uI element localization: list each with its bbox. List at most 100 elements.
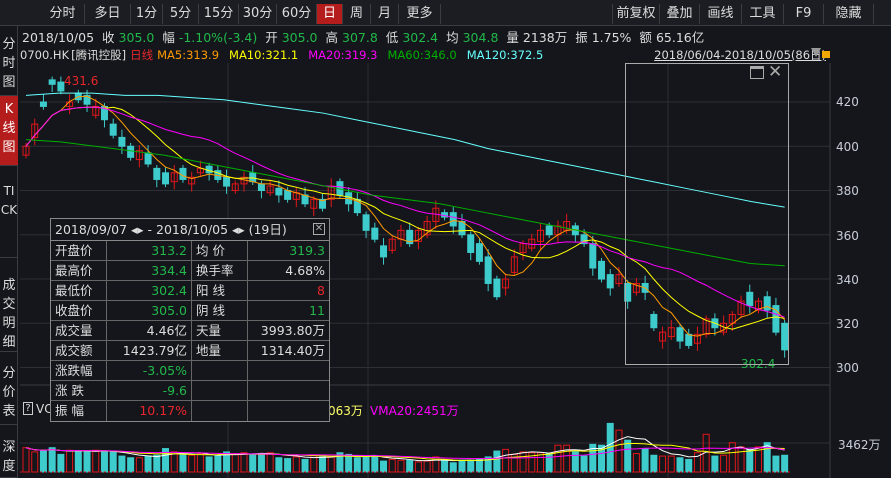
stats-value: 4.46亿	[107, 321, 192, 340]
volume-bar	[39, 450, 47, 473]
volume-bar	[249, 453, 257, 473]
y-tick: 340	[836, 273, 859, 287]
candle-body	[598, 260, 606, 280]
volume-bar	[83, 450, 91, 473]
stats-label	[192, 401, 248, 421]
candle-body	[449, 212, 457, 227]
volume-bar	[74, 450, 82, 473]
stats-value: 302.4	[107, 281, 192, 300]
stats-value: 8	[317, 283, 325, 298]
volume-bar	[781, 454, 789, 473]
volume-bar	[118, 455, 126, 473]
stats-label: 阴 线	[192, 301, 248, 320]
volume-bar	[519, 451, 527, 473]
maximize-icon[interactable]	[750, 66, 764, 79]
stats-row: 涨 跌 -9.6	[51, 381, 329, 401]
y-tick: 380	[836, 184, 859, 198]
candle-body	[57, 81, 65, 92]
y-tick: 300	[836, 361, 859, 375]
stats-label: 最高价	[51, 261, 107, 280]
stats-label: 涨 跌	[51, 381, 107, 400]
stats-label: 成交额	[51, 341, 107, 360]
vma-partial-label: 063万	[328, 404, 363, 418]
candle-body	[162, 172, 170, 185]
volume-bar	[449, 462, 457, 473]
volume-bar	[737, 446, 745, 473]
volume-bar	[763, 442, 771, 473]
candle-body	[545, 225, 553, 236]
volume-bar	[48, 447, 56, 473]
stats-label	[192, 361, 248, 380]
volume-bar	[57, 453, 65, 473]
stats-row: 收盘价 305.0 阴 线 11	[51, 301, 329, 321]
volume-bar	[292, 456, 300, 473]
stats-row: 涨跌幅 -3.05%	[51, 361, 329, 381]
volume-bar	[641, 448, 649, 473]
volume-bar	[31, 451, 39, 473]
volume-bar	[153, 454, 161, 473]
volume-bar	[275, 457, 283, 473]
stats-value: -3.05%	[107, 361, 192, 380]
volume-bar	[720, 454, 728, 473]
candle-body	[275, 187, 283, 196]
stats-value	[248, 401, 329, 421]
stats-value	[248, 381, 329, 400]
stats-row: 开盘价 313.2 均 价 319.3	[51, 241, 329, 261]
close-icon[interactable]: ✕	[313, 223, 325, 235]
stats-label: 开盘价	[51, 241, 107, 260]
candle-body	[475, 243, 483, 262]
volume-bar	[746, 448, 754, 473]
stats-row: 成交量 4.46亿 天量 3993.80万	[51, 321, 329, 341]
candle-body	[380, 245, 388, 258]
volume-bar	[109, 451, 117, 473]
volume-bar	[327, 456, 335, 473]
stats-row: 最高价 334.4 换手率 4.68%	[51, 261, 329, 281]
stats-row: 振 幅 10.17%	[51, 401, 329, 421]
stats-label: 最低价	[51, 281, 107, 300]
stats-value: 1423.79亿	[107, 341, 192, 360]
volume-bar	[284, 458, 292, 473]
candle-body	[362, 214, 370, 231]
help-icon[interactable]: ?	[23, 402, 33, 415]
volume-bar	[345, 453, 353, 473]
volume-bar	[545, 453, 553, 473]
volume-bar	[205, 456, 213, 473]
volume-bar	[676, 457, 684, 473]
candle-body	[589, 243, 597, 269]
volume-bar	[362, 455, 370, 473]
volume-bar	[266, 452, 274, 473]
stats-value: 313.2	[107, 241, 192, 260]
stats-value: 305.0	[107, 301, 192, 320]
candle-body	[223, 176, 231, 187]
volume-bar	[179, 453, 187, 473]
volume-bar	[397, 459, 405, 473]
candle-body	[249, 172, 257, 183]
stats-value: 11	[309, 303, 325, 318]
volume-bar	[624, 439, 632, 473]
volume-bar	[22, 447, 30, 473]
volume-bar	[66, 449, 74, 473]
stats-label	[192, 381, 248, 400]
selection-box[interactable]	[625, 63, 789, 365]
candle-body	[606, 274, 614, 289]
volume-bar	[563, 444, 571, 473]
volume-bar	[353, 457, 361, 473]
candle-body	[118, 136, 126, 147]
stats-value: 334.4	[107, 261, 192, 280]
stats-value: 4.68%	[285, 263, 325, 278]
volume-bar	[188, 454, 196, 473]
volume-bar	[711, 455, 719, 473]
close-selection-icon[interactable]: ✕	[768, 62, 782, 82]
volume-bar	[580, 455, 588, 473]
volume-bar	[554, 444, 562, 473]
stats-value: -9.6	[107, 381, 192, 400]
volume-bar	[301, 458, 309, 473]
y-tick: 360	[836, 229, 859, 243]
volume-bar	[127, 457, 135, 473]
candle-body	[467, 234, 475, 253]
stats-label: 涨跌幅	[51, 361, 107, 380]
interval-stats-panel: 2018/09/07 ◂▸ - 2018/10/05 ◂▸ (19日) ✕ 开盘…	[50, 218, 330, 422]
volume-bar	[92, 449, 100, 473]
stats-value: 319.3	[289, 243, 325, 258]
volume-bar	[667, 455, 675, 473]
